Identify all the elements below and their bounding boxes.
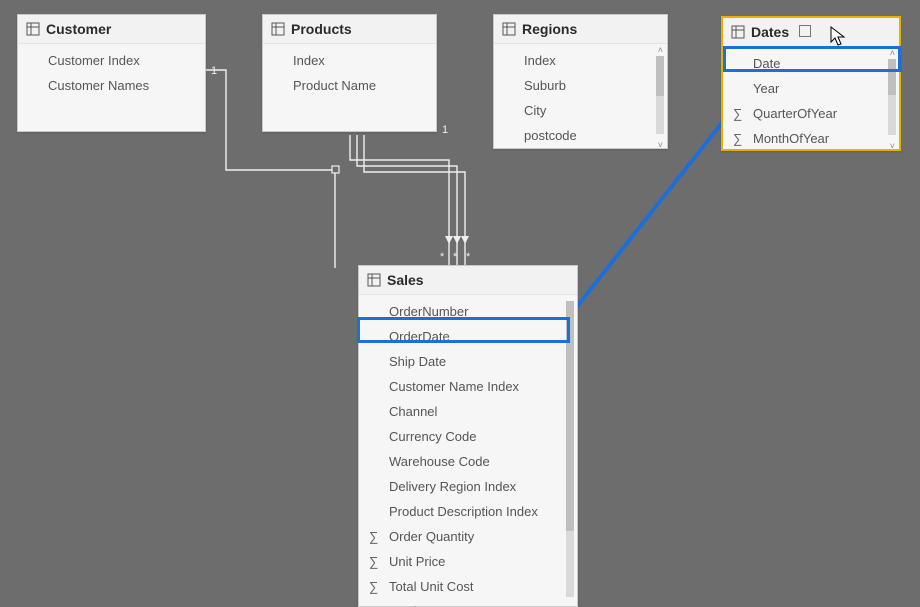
model-diagram-canvas[interactable]: 1 1 * * * Customer Customer Index	[0, 0, 920, 607]
field-list: Index Suburb City postcode Longitude ˄ ˅	[494, 44, 667, 152]
table-icon	[731, 25, 745, 39]
sigma-icon: ∑	[733, 104, 742, 123]
field-sales-productdescindex[interactable]: Product Description Index	[359, 499, 577, 524]
cardinality-one: 1	[442, 124, 448, 136]
field-customer-names[interactable]: Customer Names	[18, 73, 205, 98]
field-label: Unit Price	[389, 552, 445, 571]
field-sales-shipdate[interactable]: Ship Date	[359, 349, 577, 374]
field-label: Total Unit Cost	[389, 577, 474, 596]
field-products-index[interactable]: Index	[263, 48, 436, 73]
table-products[interactable]: Products Index Product Name	[262, 14, 437, 132]
field-regions-city[interactable]: City	[494, 98, 667, 123]
field-sales-deliveryregionindex[interactable]: Delivery Region Index	[359, 474, 577, 499]
sigma-icon: ∑	[733, 129, 742, 148]
field-sales-currencycode[interactable]: Currency Code	[359, 424, 577, 449]
field-sales-orderquantity[interactable]: ∑ Order Quantity	[359, 524, 577, 549]
scroll-down-icon[interactable]: ˅	[890, 142, 895, 151]
table-title: Products	[291, 21, 352, 37]
field-list: Customer Index Customer Names	[18, 44, 205, 102]
cardinality-many: *	[453, 251, 458, 263]
field-label: MonthOfYear	[753, 129, 829, 148]
field-sales-ordernumber[interactable]: OrderNumber	[359, 299, 577, 324]
field-list: Date Year ∑ QuarterOfYear ∑ MonthOfYear …	[723, 47, 899, 153]
table-icon	[271, 22, 285, 36]
table-dates[interactable]: Dates Date Year ∑ QuarterOfYear ∑ MonthO…	[721, 16, 901, 151]
relationship-products-sales-3	[364, 135, 465, 265]
field-label: Total Revenue	[389, 602, 472, 607]
field-products-name[interactable]: Product Name	[263, 73, 436, 98]
table-icon	[502, 22, 516, 36]
table-customer[interactable]: Customer Customer Index Customer Names	[17, 14, 206, 132]
table-regions[interactable]: Regions Index Suburb City postcode Longi…	[493, 14, 668, 149]
field-sales-totalrevenue[interactable]: ∑ Total Revenue	[359, 599, 577, 607]
field-list: Index Product Name	[263, 44, 436, 102]
cardinality-many: *	[466, 251, 471, 263]
sigma-icon: ∑	[369, 527, 378, 546]
table-title: Customer	[46, 21, 111, 37]
scroll-up-icon[interactable]: ˄	[658, 46, 663, 55]
field-dates-monthofyear[interactable]: ∑ MonthOfYear	[723, 126, 899, 151]
field-regions-index[interactable]: Index	[494, 48, 667, 73]
table-header-dates[interactable]: Dates	[723, 18, 899, 47]
table-title: Dates	[751, 24, 789, 40]
field-sales-totalunitcost[interactable]: ∑ Total Unit Cost	[359, 574, 577, 599]
scroll-up-icon[interactable]: ˄	[890, 49, 895, 58]
field-dates-dayofmonth[interactable]: ∑ DayOfMonth	[723, 151, 899, 153]
scrollbar-thumb[interactable]	[656, 56, 664, 96]
field-dates-quarterofyear[interactable]: ∑ QuarterOfYear	[723, 101, 899, 126]
relationship-products-sales-1	[350, 135, 449, 265]
field-customer-index[interactable]: Customer Index	[18, 48, 205, 73]
field-regions-suburb[interactable]: Suburb	[494, 73, 667, 98]
field-label: QuarterOfYear	[753, 104, 837, 123]
table-header-customer[interactable]: Customer	[18, 15, 205, 44]
field-regions-postcode[interactable]: postcode	[494, 123, 667, 148]
table-icon	[367, 273, 381, 287]
table-header-products[interactable]: Products	[263, 15, 436, 44]
table-sales[interactable]: Sales OrderNumber OrderDate Ship Date Cu…	[358, 265, 578, 607]
field-sales-customernameindex[interactable]: Customer Name Index	[359, 374, 577, 399]
field-list: OrderNumber OrderDate Ship Date Customer…	[359, 295, 577, 607]
field-sales-channel[interactable]: Channel	[359, 399, 577, 424]
table-title: Sales	[387, 272, 424, 288]
scroll-down-icon[interactable]: ˅	[658, 141, 663, 150]
field-dates-year[interactable]: Year	[723, 76, 899, 101]
field-sales-warehousecode[interactable]: Warehouse Code	[359, 449, 577, 474]
sigma-icon: ∑	[369, 577, 378, 596]
scrollbar-thumb[interactable]	[888, 59, 896, 95]
field-sales-orderdate[interactable]: OrderDate	[359, 324, 577, 349]
field-dates-date[interactable]: Date	[723, 51, 899, 76]
sigma-icon: ∑	[369, 602, 378, 607]
cardinality-one: 1	[211, 65, 217, 77]
cardinality-many: *	[440, 251, 445, 263]
table-header-sales[interactable]: Sales	[359, 266, 577, 295]
field-sales-unitprice[interactable]: ∑ Unit Price	[359, 549, 577, 574]
table-title: Regions	[522, 21, 577, 37]
table-icon	[26, 22, 40, 36]
field-regions-longitude[interactable]: Longitude	[494, 148, 667, 152]
scrollbar-thumb[interactable]	[566, 301, 574, 531]
sigma-icon: ∑	[369, 552, 378, 571]
field-label: Order Quantity	[389, 527, 474, 546]
maximize-icon[interactable]	[799, 24, 811, 40]
relationship-products-sales-2	[357, 135, 457, 265]
table-header-regions[interactable]: Regions	[494, 15, 667, 44]
